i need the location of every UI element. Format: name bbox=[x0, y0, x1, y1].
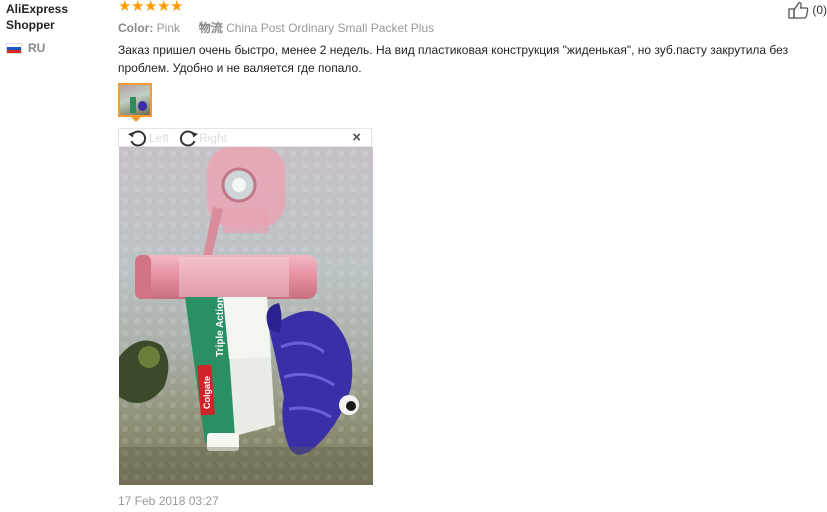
close-viewer-button[interactable]: × bbox=[352, 130, 361, 146]
country-code: RU bbox=[28, 41, 46, 55]
rotate-left-icon bbox=[128, 130, 147, 147]
reviewer-country: RU bbox=[6, 41, 45, 55]
review-photo-image: Colgate Triple Action bbox=[119, 147, 373, 485]
star-icon: ★ bbox=[118, 0, 132, 15]
star-icon: ★ bbox=[170, 0, 184, 15]
review-photo: Colgate Triple Action bbox=[119, 147, 373, 485]
thumbnail-pointer bbox=[131, 117, 141, 122]
photo-thumbnail[interactable] bbox=[118, 83, 152, 117]
rotate-left-button[interactable]: Left bbox=[127, 129, 169, 147]
rotate-right-icon bbox=[179, 130, 198, 147]
rotate-left-label: Left bbox=[149, 131, 170, 145]
star-rating: ★ ★ ★ ★ ★ bbox=[118, 0, 183, 15]
review-text: Заказ пришел очень быстро, менее 2 недел… bbox=[118, 43, 789, 75]
image-viewer-toolbar: Left Right × bbox=[118, 128, 372, 147]
star-icon: ★ bbox=[131, 0, 145, 15]
star-icon: ★ bbox=[157, 0, 171, 15]
review-timestamp: 17 Feb 2018 03:27 bbox=[118, 494, 219, 508]
tube-product-text: Triple Action bbox=[215, 297, 226, 357]
shipping-value: China Post Ordinary Small Packet Plus bbox=[226, 21, 435, 35]
tube-brand-text: Colgate bbox=[202, 376, 212, 409]
rotate-right-label: Right bbox=[199, 131, 228, 145]
reviewer-name: AliExpress Shopper bbox=[6, 2, 69, 32]
thumbs-up-icon bbox=[788, 2, 809, 19]
russia-flag-icon bbox=[6, 42, 22, 54]
color-value: Pink bbox=[156, 21, 181, 35]
helpful-button[interactable]: (0) bbox=[788, 1, 827, 19]
star-icon: ★ bbox=[144, 0, 158, 15]
color-label: Color: bbox=[118, 21, 154, 35]
helpful-count: (0) bbox=[812, 3, 827, 17]
shipping-label: 物流 bbox=[198, 21, 223, 35]
order-attributes: Color: Pink 物流 China Post Ordinary Small… bbox=[118, 19, 434, 36]
rotate-right-button[interactable]: Right bbox=[177, 129, 227, 147]
